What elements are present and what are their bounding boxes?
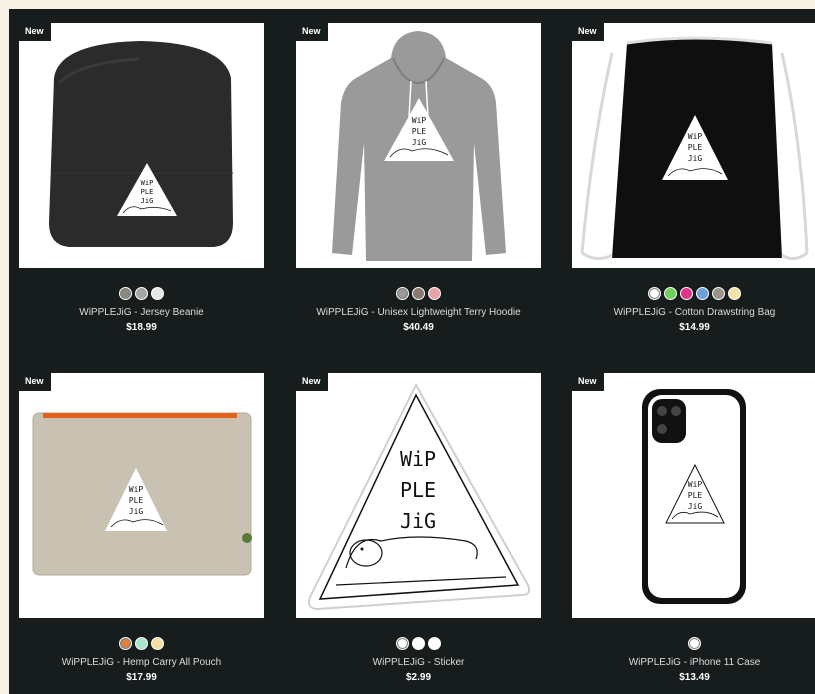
svg-text:WiP: WiP [688,132,703,141]
product-card[interactable]: New WiP PLE JiG WiPPLEJiG - Sticker $2.9… [296,373,541,684]
color-swatch[interactable] [151,287,164,300]
product-card[interactable]: New WiP PLE JiG WiPPLEJiG - Hemp Carry A… [19,373,264,684]
svg-text:PLE: PLE [412,127,427,136]
product-name[interactable]: WiPPLEJiG - Cotton Drawstring Bag [572,307,815,319]
color-swatches [296,637,541,650]
svg-text:WiP: WiP [400,447,436,471]
color-swatch[interactable] [428,637,441,650]
product-name[interactable]: WiPPLEJiG - Hemp Carry All Pouch [19,657,264,669]
color-swatch[interactable] [664,287,677,300]
sticker-image: WiP PLE JiG [308,382,531,611]
svg-text:PLE: PLE [141,188,154,196]
color-swatches [19,637,264,650]
new-badge: New [296,23,328,41]
color-swatch[interactable] [119,287,132,300]
product-price: $40.49 [403,322,434,333]
new-badge: New [19,23,51,41]
product-card[interactable]: New WiP PLE JiG WiPPLEJiG - Cotton Draws… [572,23,815,334]
product-price: $13.49 [679,672,710,683]
new-badge: New [296,373,328,391]
product-image[interactable]: New WiP PLE JiG [296,373,541,618]
product-card[interactable]: New WiP PLE JiG WiPPLEJiG - Jersey Beani… [19,23,264,334]
product-name[interactable]: WiPPLEJiG - Unisex Lightweight Terry Hoo… [296,307,541,319]
pouch-image: WiP PLE JiG [32,412,252,576]
color-swatch[interactable] [135,287,148,300]
color-swatch[interactable] [412,287,425,300]
product-image[interactable]: New WiP PLE JiG [572,23,815,268]
svg-text:JiG: JiG [129,507,144,516]
svg-text:JiG: JiG [412,138,427,147]
color-swatch[interactable] [696,287,709,300]
product-image[interactable]: New WiP PLE JiG [19,373,264,618]
svg-text:JiG: JiG [141,197,154,205]
color-swatch[interactable] [119,637,132,650]
color-swatches [296,287,541,300]
svg-text:JiG: JiG [688,154,703,163]
color-swatch[interactable] [648,287,661,300]
product-price: $17.99 [126,672,157,683]
phone-case-image: WiP PLE JiG [642,389,746,604]
product-card[interactable]: New WiP PLE JiG WiPPLEJiG - Unisex Light… [296,23,541,334]
product-image[interactable]: New WiP PLE JiG [296,23,541,268]
color-swatch[interactable] [712,287,725,300]
product-name[interactable]: WiPPLEJiG - iPhone 11 Case [572,657,815,669]
svg-text:WiP: WiP [412,116,427,125]
product-name[interactable]: WiPPLEJiG - Jersey Beanie [19,307,264,319]
new-badge: New [572,23,604,41]
svg-text:PLE: PLE [129,496,144,505]
color-swatch[interactable] [680,287,693,300]
product-price: $18.99 [126,322,157,333]
new-badge: New [19,373,51,391]
svg-text:PLE: PLE [688,143,703,152]
color-swatch[interactable] [428,287,441,300]
product-card[interactable]: New WiP PLE JiG WiPPLEJiG - iPhone 11 Ca… [572,373,815,684]
product-price: $2.99 [405,672,432,683]
color-swatch[interactable] [688,637,701,650]
product-price: $14.99 [679,322,710,333]
beanie-image: WiP PLE JiG [49,41,233,247]
color-swatch[interactable] [728,287,741,300]
product-image[interactable]: New WiP PLE JiG [572,373,815,618]
product-name[interactable]: WiPPLEJiG - Sticker [296,657,541,669]
color-swatches [572,287,815,300]
svg-text:WiP: WiP [688,480,703,489]
color-swatch[interactable] [412,637,425,650]
color-swatch[interactable] [396,287,409,300]
svg-text:WiP: WiP [141,179,154,187]
svg-text:PLE: PLE [688,491,703,500]
color-swatch[interactable] [151,637,164,650]
svg-text:JiG: JiG [688,502,703,511]
color-swatches [19,287,264,300]
svg-text:WiP: WiP [129,485,144,494]
drawstring-bag-image: WiP PLE JiG [580,36,809,260]
color-swatch[interactable] [135,637,148,650]
color-swatches [572,637,815,650]
svg-text:JiG: JiG [400,509,436,533]
new-badge: New [572,373,604,391]
svg-text:PLE: PLE [400,478,436,502]
product-image[interactable]: New WiP PLE JiG [19,23,264,268]
hoodie-image: WiP PLE JiG [332,31,506,261]
color-swatch[interactable] [396,637,409,650]
